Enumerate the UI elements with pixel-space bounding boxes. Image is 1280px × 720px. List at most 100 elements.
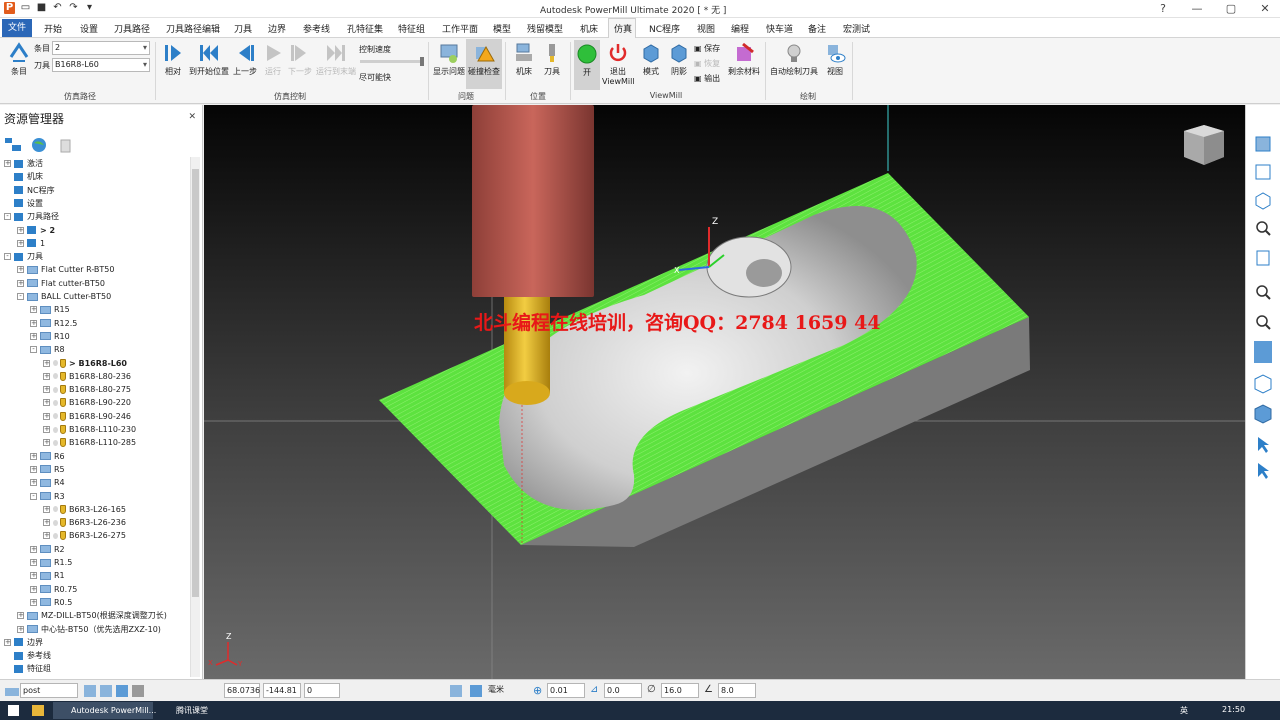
tree-item-folder[interactable]: + Flat Cutter R-BT50 [17,263,114,276]
visibility-bulb-icon[interactable] [53,413,58,420]
tree-item[interactable]: - 刀具路径 [4,210,59,223]
expand-icon[interactable]: + [30,319,37,327]
taskbar-tencent-class[interactable]: 腾讯课堂 [158,702,238,719]
explorer-scrollbar[interactable] [190,157,200,677]
shadow-button[interactable]: 阴影 [666,42,692,77]
tree-item-tool[interactable]: + B6R3-L26-165 [43,503,126,516]
expand-icon[interactable]: + [17,612,24,620]
refresh-icon[interactable] [1256,250,1270,266]
tree-item-tool[interactable]: + B16R8-L80-275 [43,383,131,396]
to-start-button[interactable]: 到开始位置 [187,42,231,77]
expand-icon[interactable]: + [30,332,37,340]
tree-item-folder[interactable]: + MZ-DILL-BT50(根据深度调整刀长) [17,609,167,622]
tree-item[interactable]: NC程序 [4,184,55,197]
expand-icon[interactable]: + [43,519,50,527]
tree-item[interactable]: 参考线 [4,649,51,662]
select-arrow2-icon[interactable] [1258,463,1269,479]
play-button[interactable]: 运行 [260,42,286,77]
tree-item-folder[interactable]: + R15 [30,303,70,316]
wireframe-icon[interactable] [1254,374,1272,394]
rest-stock-button[interactable]: 剩余材料 [726,42,762,77]
expand-icon[interactable]: + [30,306,37,314]
zoom-in-icon[interactable] [1256,285,1271,300]
save-state-button[interactable]: ▣ 保存 [694,43,720,54]
tree-item-folder[interactable]: + R10 [30,330,70,343]
visibility-bulb-icon[interactable] [53,360,58,366]
visibility-bulb-icon[interactable] [53,506,58,513]
next-step-button[interactable]: 下一步 [287,42,313,77]
tab-feature-groups[interactable]: 特征组 [398,22,425,35]
tree-item[interactable]: 特征组 [4,662,51,675]
expand-icon[interactable]: + [43,386,50,394]
tree-item-folder[interactable]: + R0.75 [30,583,77,596]
tab-setup[interactable]: 设置 [80,22,98,35]
expand-icon[interactable]: + [43,439,50,447]
expand-icon[interactable]: + [17,625,24,633]
collision-check-button[interactable]: 碰撞检查 [466,39,502,89]
delete-icon[interactable] [56,137,74,153]
tool-select[interactable]: B16R8-L60 [52,58,150,72]
expand-icon[interactable]: + [4,160,11,167]
to-end-button[interactable]: 运行到末端 [314,42,358,77]
expand-icon[interactable]: + [30,479,37,487]
tree-item-folder[interactable]: + 中心钻-BT50（优先选用ZXZ-10) [17,623,161,636]
select-arrow-icon[interactable] [1258,437,1269,453]
expand-icon[interactable]: + [17,239,24,247]
customize-qat-icon[interactable]: ▾ [84,2,95,14]
tree-item-tool[interactable]: + B16R8-L90-246 [43,410,131,423]
collapse-icon[interactable]: - [4,253,11,261]
tab-toolpaths[interactable]: 刀具路径 [114,22,150,35]
windows-start-icon[interactable] [8,705,19,716]
cube-view-icon[interactable] [1254,404,1272,424]
export-button[interactable]: ▣ 输出 [694,73,720,84]
tab-macro-test[interactable]: 宏测试 [843,22,870,35]
file-explorer-icon[interactable] [32,705,44,716]
expand-icon[interactable]: + [43,399,50,407]
visibility-bulb-icon[interactable] [53,426,58,433]
expand-icon[interactable]: + [17,279,24,287]
expand-icon[interactable]: + [30,572,37,580]
snap2-icon[interactable] [100,685,112,697]
globe-icon[interactable] [30,137,48,153]
tab-pattern[interactable]: 参考线 [303,22,330,35]
tree-item[interactable]: - 刀具 [4,250,43,263]
tab-nc-programs[interactable]: NC程序 [649,22,680,35]
diameter-field[interactable]: 16.0 [661,683,699,698]
tab-workplane[interactable]: 工作平面 [442,22,478,35]
expand-icon[interactable]: + [30,559,37,566]
graphics-viewport[interactable]: Z X 北斗编程在线培训，咨询QQ：2784 1659 44 Z X Y [204,105,1245,679]
length-field[interactable]: 8.0 [718,683,756,698]
tree-item-folder[interactable]: + R1.5 [30,556,72,569]
tab-notes[interactable]: 备注 [808,22,826,35]
tree-item[interactable]: 设置 [4,197,43,210]
explorer-scrollbar-thumb[interactable] [192,169,199,597]
explorer-close-icon[interactable]: ✕ [188,112,196,122]
front-view-icon[interactable] [1255,164,1271,180]
expand-icon[interactable]: + [43,359,50,367]
visibility-bulb-icon[interactable] [53,399,58,406]
collapse-icon[interactable]: - [17,293,24,300]
close-button[interactable]: ✕ [1258,2,1272,15]
view-button[interactable]: 视图 [822,42,848,77]
expand-icon[interactable]: + [30,452,37,460]
shaded-icon[interactable] [1254,341,1272,363]
tab-file[interactable]: 文件 [2,19,32,37]
expand-icon[interactable]: + [43,426,50,433]
visibility-bulb-icon[interactable] [53,532,58,539]
collapse-icon[interactable]: - [30,346,37,354]
tree-item-folder[interactable]: + Flat cutter-BT50 [17,277,105,290]
tree-item[interactable]: + 边界 [4,636,43,649]
undo-icon[interactable]: ↶ [52,2,63,14]
save-icon[interactable]: ■ [36,2,47,14]
tree-item[interactable]: 机床 [4,170,43,183]
tree-item-folder[interactable]: - BALL Cutter-BT50 [17,290,111,303]
tree-item-tool[interactable]: + B6R3-L26-275 [43,529,126,542]
redo-icon[interactable]: ↷ [68,2,79,14]
zoom-out-icon[interactable] [1256,315,1271,330]
tree-item-folder[interactable]: - R3 [30,490,65,503]
machine-position-button[interactable]: 机床 [512,42,536,77]
tab-model[interactable]: 模型 [493,22,511,35]
expand-icon[interactable]: + [43,532,50,540]
minimize-button[interactable]: — [1190,2,1204,15]
expand-icon[interactable]: + [43,505,50,513]
